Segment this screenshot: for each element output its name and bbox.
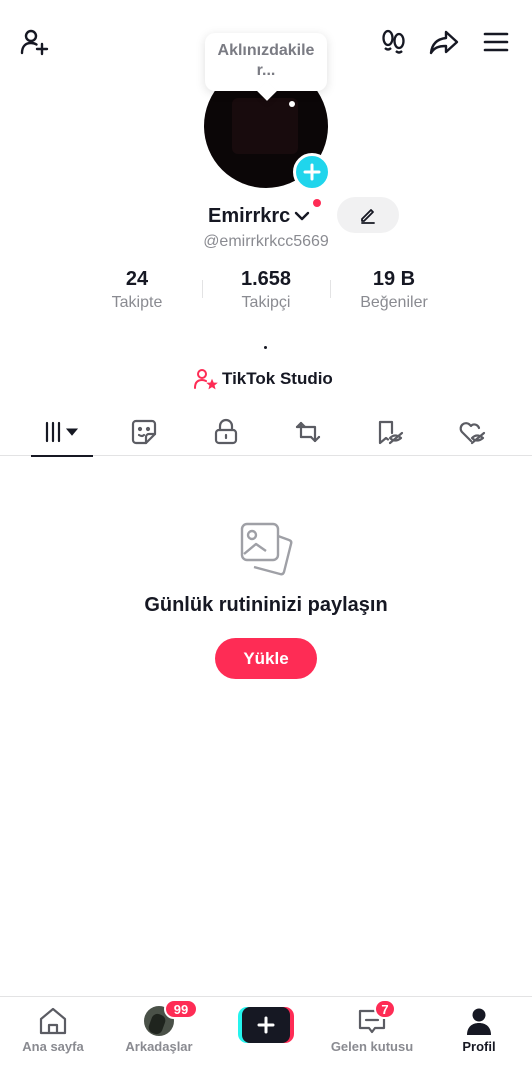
note-bubble-line2: r...: [256, 62, 276, 79]
tiktok-studio-label: TikTok Studio: [222, 369, 333, 388]
nav-home-label: Ana sayfa: [22, 1039, 84, 1054]
photos-icon: [240, 522, 293, 576]
nav-inbox[interactable]: 7 Gelen kutusu: [319, 997, 425, 1067]
notification-dot: [313, 199, 321, 207]
stat-likes[interactable]: 19 B Beğeniler: [324, 266, 464, 314]
share-icon[interactable]: [424, 24, 464, 60]
tiktok-studio-link[interactable]: TikTok Studio: [194, 366, 333, 392]
nav-inbox-label: Gelen kutusu: [330, 1039, 414, 1054]
nav-friends-label: Arkadaşlar: [125, 1039, 193, 1054]
bottom-nav: Ana sayfa 99 Arkadaşlar 7 Gelen kutusu P…: [0, 996, 532, 1080]
stat-following-label: Takipte: [111, 294, 163, 311]
display-name: Emirrkrc: [208, 204, 291, 227]
nav-friends[interactable]: 99 Arkadaşlar: [106, 997, 212, 1067]
inbox-badge: 7: [374, 999, 396, 1019]
menu-icon[interactable]: [476, 24, 516, 60]
add-friend-icon[interactable]: [14, 24, 54, 60]
stat-followers-label: Takipçi: [241, 294, 291, 311]
tab-videos[interactable]: [31, 408, 93, 457]
tab-private[interactable]: [195, 408, 257, 456]
repost-icon: [295, 421, 321, 443]
edit-profile-button[interactable]: [337, 197, 399, 233]
stat-likes-value: 19 B: [372, 268, 416, 290]
pencil-icon: [361, 209, 375, 224]
home-icon: [39, 1007, 67, 1035]
hidden-heart-icon: [459, 422, 486, 445]
studio-user-star-icon: [194, 369, 218, 390]
upload-button[interactable]: Yükle: [215, 638, 317, 679]
friends-badge: 99: [164, 999, 198, 1019]
nav-create[interactable]: [213, 997, 319, 1067]
tab-stickers[interactable]: [113, 408, 175, 456]
sticker-icon: [131, 419, 157, 445]
stat-following[interactable]: 24 Takipte: [67, 266, 207, 314]
tab-reposts[interactable]: [277, 408, 339, 456]
chevron-down-icon: [295, 211, 310, 221]
empty-state-title: Günlük rutininizi paylaşın: [144, 594, 388, 616]
nav-home[interactable]: Ana sayfa: [0, 997, 106, 1067]
profile-tabs: [0, 408, 532, 457]
display-name-row[interactable]: Emirrkrc: [208, 199, 321, 230]
videos-grid-icon: [45, 421, 79, 443]
add-avatar-plus-icon[interactable]: [293, 153, 331, 191]
stat-followers-value: 1.658: [240, 268, 292, 290]
create-plus-icon: [257, 1016, 275, 1034]
profile-icon: [467, 1008, 491, 1035]
stat-following-value: 24: [125, 268, 149, 290]
tab-favorites[interactable]: [359, 408, 421, 456]
note-bubble[interactable]: Aklınızdakile r...: [205, 33, 327, 91]
nav-profile[interactable]: Profil: [426, 997, 532, 1067]
create-button[interactable]: [238, 1007, 294, 1043]
note-bubble-line1: Aklınızdakile: [217, 42, 315, 59]
stat-followers[interactable]: 1.658 Takipçi: [196, 266, 336, 314]
tab-liked[interactable]: [441, 408, 503, 456]
hidden-bookmark-icon: [378, 420, 404, 445]
footprints-icon[interactable]: [374, 24, 414, 60]
bio-text[interactable]: [264, 346, 267, 349]
stat-likes-label: Beğeniler: [360, 294, 428, 311]
username: @emirrkrkcc5669: [203, 233, 329, 250]
nav-profile-label: Profil: [462, 1039, 496, 1054]
lock-icon: [214, 418, 238, 445]
